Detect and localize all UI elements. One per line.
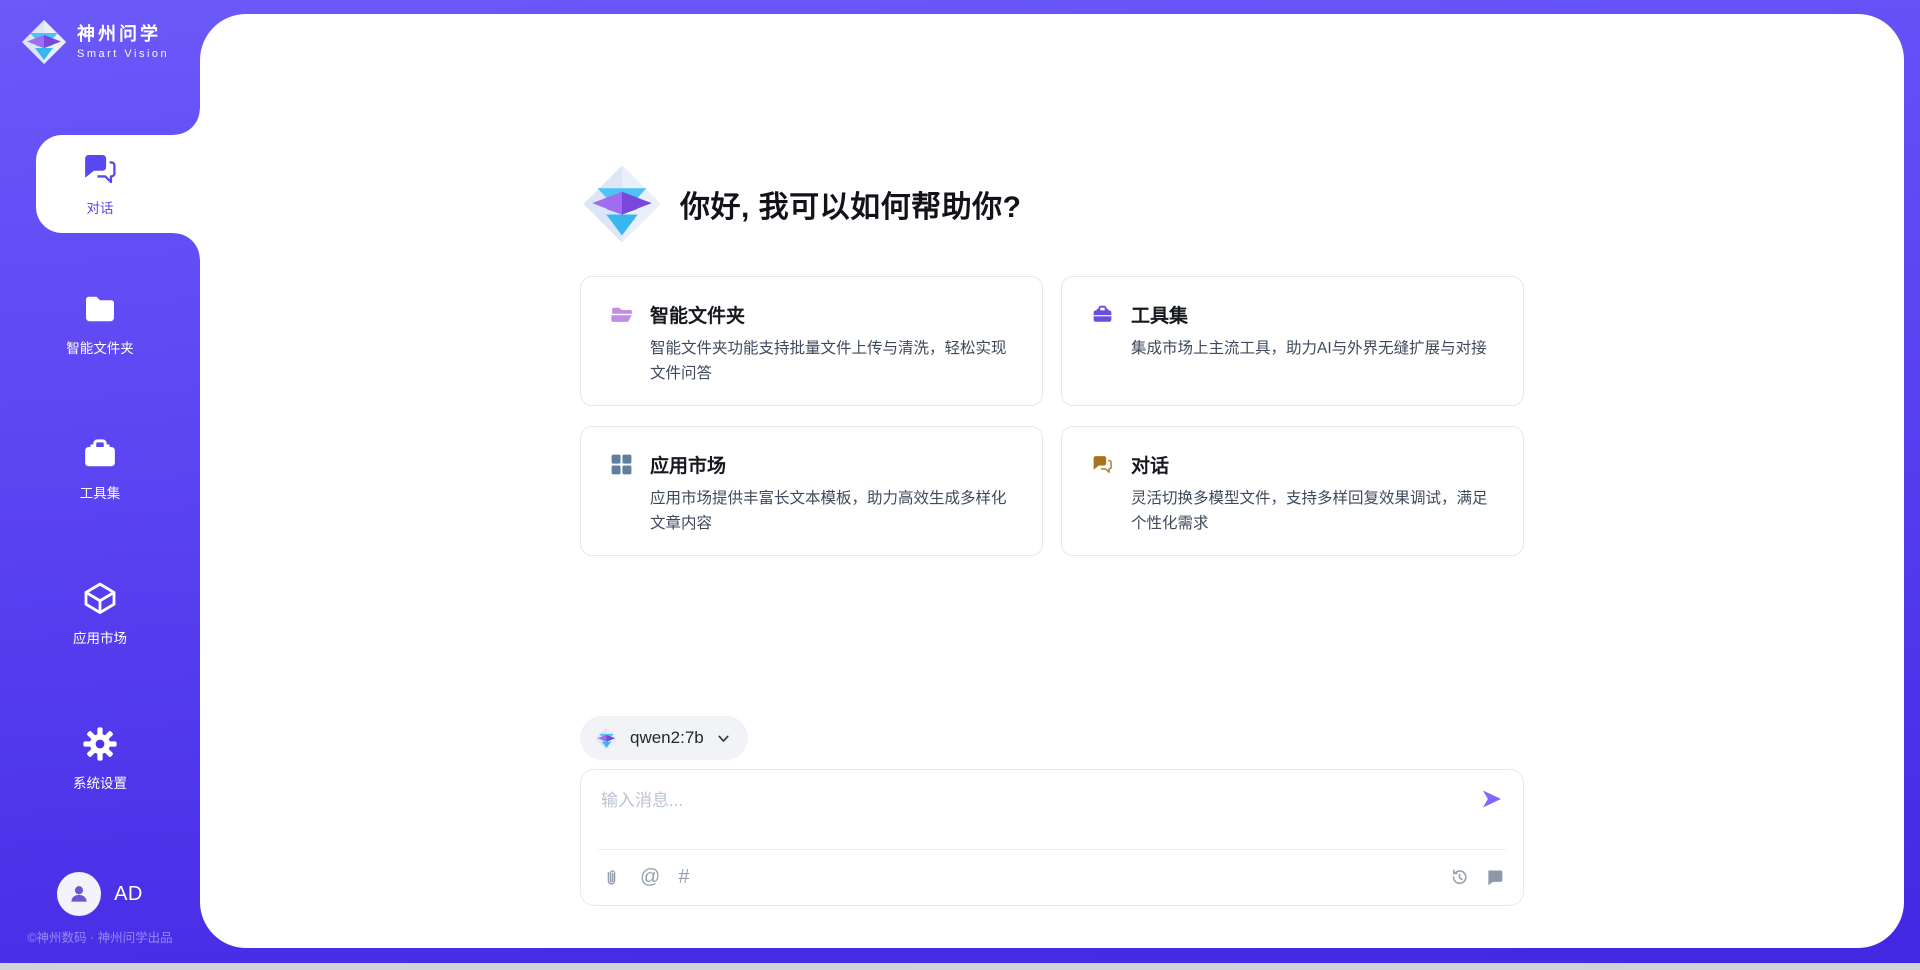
- attachment-icon: [601, 867, 622, 888]
- mention-icon: @: [640, 866, 660, 889]
- history-icon: [1449, 867, 1470, 888]
- toolbox-icon: [79, 433, 121, 475]
- hashtag-icon: #: [678, 866, 689, 889]
- model-selector[interactable]: qwen2:7b: [580, 716, 748, 760]
- page-bottom-scrollbar[interactable]: [0, 963, 1920, 970]
- send-button[interactable]: [1479, 787, 1505, 813]
- mention-button[interactable]: @: [640, 866, 660, 889]
- sidebar: 神州问学 Smart Vision 对话 智能文件夹 工具集 应用市场: [0, 0, 200, 970]
- person-icon: [66, 881, 92, 907]
- model-name: qwen2:7b: [630, 728, 704, 748]
- sidebar-item-app-market[interactable]: 应用市场: [0, 578, 200, 647]
- attach-file-button[interactable]: [601, 867, 622, 888]
- composer-toolbar: @ #: [601, 850, 1505, 905]
- message-composer: @ #: [580, 769, 1524, 906]
- user-name: AD: [114, 883, 143, 906]
- folder-open-icon: [609, 302, 634, 327]
- sidebar-item-smart-folder[interactable]: 智能文件夹: [0, 288, 200, 357]
- message-input[interactable]: [601, 786, 1421, 816]
- card-title: 智能文件夹: [650, 301, 745, 328]
- card-title: 应用市场: [650, 451, 726, 478]
- greeting-text: 你好, 我可以如何帮助你?: [680, 182, 1022, 226]
- user-account[interactable]: AD: [0, 872, 200, 916]
- toolbox-icon: [1090, 302, 1115, 327]
- sidebar-item-label: 系统设置: [73, 772, 127, 792]
- brand-logo: 神州问学 Smart Vision: [20, 18, 169, 66]
- brand-subtitle: Smart Vision: [77, 48, 169, 60]
- avatar: [57, 872, 101, 916]
- brand-diamond-icon: [594, 726, 619, 751]
- chevron-down-icon: [715, 730, 732, 747]
- sidebar-footer: ©神州数码 · 神州问学出品: [0, 927, 200, 946]
- sidebar-item-label: 应用市场: [73, 627, 127, 647]
- feature-cards: 智能文件夹 智能文件夹功能支持批量文件上传与清洗，轻松实现文件问答 工具集 集成…: [580, 276, 1524, 556]
- message-icon: [1484, 867, 1505, 888]
- brand-diamond-icon: [20, 18, 68, 66]
- card-description: 应用市场提供丰富长文本模板，助力高效生成多样化文章内容: [650, 487, 1014, 537]
- gear-icon: [79, 723, 121, 765]
- folder-icon: [79, 288, 121, 330]
- brand-diamond-icon: [580, 162, 664, 246]
- hashtag-button[interactable]: #: [678, 866, 689, 889]
- card-smart-folder[interactable]: 智能文件夹 智能文件夹功能支持批量文件上传与清洗，轻松实现文件问答: [580, 276, 1043, 406]
- history-button[interactable]: [1449, 867, 1470, 888]
- chat-icon: [79, 148, 121, 190]
- sidebar-item-label: 对话: [87, 197, 114, 217]
- sidebar-item-toolset[interactable]: 工具集: [0, 433, 200, 502]
- feedback-button[interactable]: [1484, 867, 1505, 888]
- brand-name: 神州问学: [77, 24, 169, 46]
- sidebar-item-chat[interactable]: 对话: [0, 148, 200, 217]
- card-title: 工具集: [1131, 301, 1188, 328]
- card-description: 集成市场上主流工具，助力AI与外界无缝扩展与对接: [1131, 337, 1495, 362]
- sidebar-item-label: 智能文件夹: [66, 337, 134, 357]
- sidebar-item-label: 工具集: [80, 482, 121, 502]
- cube-icon: [79, 578, 121, 620]
- card-chat[interactable]: 对话 灵活切换多模型文件，支持多样回复效果调试，满足个性化需求: [1061, 426, 1524, 556]
- card-description: 灵活切换多模型文件，支持多样回复效果调试，满足个性化需求: [1131, 487, 1495, 537]
- greeting: 你好, 我可以如何帮助你?: [580, 162, 1022, 246]
- card-title: 对话: [1131, 451, 1169, 478]
- card-description: 智能文件夹功能支持批量文件上传与清洗，轻松实现文件问答: [650, 337, 1014, 387]
- send-icon: [1480, 787, 1504, 811]
- card-app-market[interactable]: 应用市场 应用市场提供丰富长文本模板，助力高效生成多样化文章内容: [580, 426, 1043, 556]
- chat-icon: [1090, 452, 1115, 477]
- main-panel: 你好, 我可以如何帮助你? 智能文件夹 智能文件夹功能支持批量文件上传与清洗，轻…: [200, 14, 1904, 948]
- apps-grid-icon: [609, 452, 634, 477]
- card-toolset[interactable]: 工具集 集成市场上主流工具，助力AI与外界无缝扩展与对接: [1061, 276, 1524, 406]
- sidebar-item-settings[interactable]: 系统设置: [0, 723, 200, 792]
